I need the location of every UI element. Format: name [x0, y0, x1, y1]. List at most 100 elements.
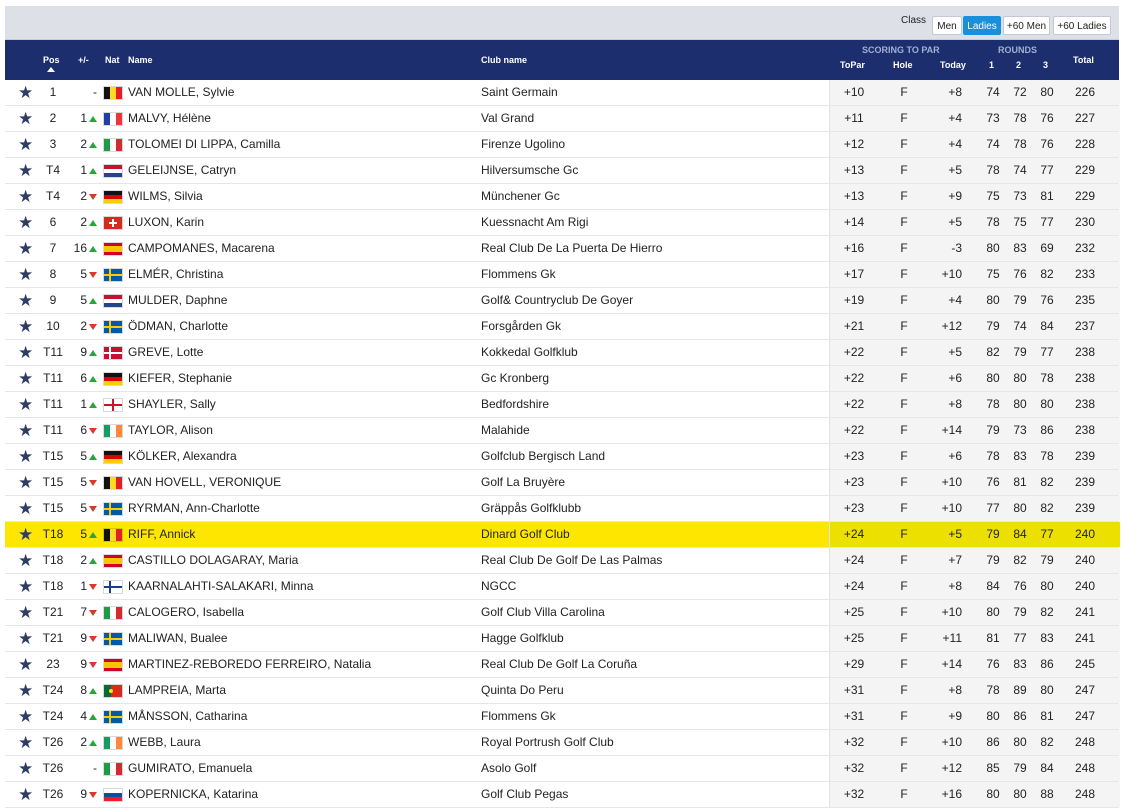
leaderboard-row[interactable]: ★ T24 8 LAMPREIA, Marta Quinta Do Peru +… [5, 678, 1120, 704]
player-name[interactable]: SHAYLER, Sally [128, 392, 216, 417]
favorite-star-icon[interactable]: ★ [18, 786, 33, 803]
leaderboard-row[interactable]: ★ T18 1 KAARNALAHTI-SALAKARI, Minna NGCC… [5, 574, 1120, 600]
leaderboard-row[interactable]: ★ T15 5 VAN HOVELL, VERONIQUE Golf La Br… [5, 470, 1120, 496]
leaderboard-row[interactable]: ★ T18 5 RIFF, Annick Dinard Golf Club +2… [5, 522, 1120, 548]
player-name[interactable]: RIFF, Annick [128, 522, 195, 547]
leaderboard-row[interactable]: ★ T21 7 CALOGERO, Isabella Golf Club Vil… [5, 600, 1120, 626]
col-nat-header[interactable]: Nat [105, 55, 120, 65]
favorite-star-icon[interactable]: ★ [18, 318, 33, 335]
player-name[interactable]: KÖLKER, Alexandra [128, 444, 237, 469]
player-name[interactable]: LUXON, Karin [128, 210, 204, 235]
favorite-star-icon[interactable]: ★ [18, 240, 33, 257]
col-total-header[interactable]: Total [1073, 55, 1094, 65]
favorite-star-icon[interactable]: ★ [18, 526, 33, 543]
favorite-star-icon[interactable]: ★ [18, 136, 33, 153]
player-name[interactable]: MALIWAN, Bualee [128, 626, 228, 651]
favorite-star-icon[interactable]: ★ [18, 474, 33, 491]
col-topar-header[interactable]: ToPar [840, 60, 865, 70]
favorite-star-icon[interactable]: ★ [18, 760, 33, 777]
favorite-star-icon[interactable]: ★ [18, 682, 33, 699]
favorite-star-icon[interactable]: ★ [18, 422, 33, 439]
player-name[interactable]: ÖDMAN, Charlotte [128, 314, 228, 339]
player-name[interactable]: WILMS, Silvia [128, 184, 203, 209]
favorite-star-icon[interactable]: ★ [18, 656, 33, 673]
player-name[interactable]: CALOGERO, Isabella [128, 600, 244, 625]
player-name[interactable]: KIEFER, Stephanie [128, 366, 232, 391]
leaderboard-row[interactable]: ★ 9 5 MULDER, Daphne Golf& Countryclub D… [5, 288, 1120, 314]
col-hole-header[interactable]: Hole [893, 60, 913, 70]
player-name[interactable]: MULDER, Daphne [128, 288, 227, 313]
player-name[interactable]: VAN MOLLE, Sylvie [128, 80, 234, 105]
class-filter-60-ladies[interactable]: +60 Ladies [1053, 16, 1111, 35]
player-name[interactable]: LAMPREIA, Marta [128, 678, 226, 703]
leaderboard-row[interactable]: ★ T4 1 GELEIJNSE, Catryn Hilversumsche G… [5, 158, 1120, 184]
favorite-star-icon[interactable]: ★ [18, 292, 33, 309]
leaderboard-row[interactable]: ★ T26 9 KOPERNICKA, Katarina Golf Club P… [5, 782, 1120, 808]
favorite-star-icon[interactable]: ★ [18, 162, 33, 179]
player-name[interactable]: GELEIJNSE, Catryn [128, 158, 236, 183]
leaderboard-row[interactable]: ★ T24 4 MÅNSSON, Catharina Flommens Gk +… [5, 704, 1120, 730]
favorite-star-icon[interactable]: ★ [18, 84, 33, 101]
leaderboard-row[interactable]: ★ 8 5 ELMÉR, Christina Flommens Gk +17 F… [5, 262, 1120, 288]
leaderboard-row[interactable]: ★ T26 2 WEBB, Laura Royal Portrush Golf … [5, 730, 1120, 756]
favorite-star-icon[interactable]: ★ [18, 110, 33, 127]
leaderboard-row[interactable]: ★ T15 5 KÖLKER, Alexandra Golfclub Bergi… [5, 444, 1120, 470]
favorite-star-icon[interactable]: ★ [18, 344, 33, 361]
player-name[interactable]: MARTINEZ-REBOREDO FERREIRO, Natalia [128, 652, 371, 677]
col-round2-header[interactable]: 2 [1016, 60, 1021, 70]
player-name[interactable]: GUMIRATO, Emanuela [128, 756, 252, 781]
player-name[interactable]: WEBB, Laura [128, 730, 201, 755]
player-name[interactable]: VAN HOVELL, VERONIQUE [128, 470, 281, 495]
player-name[interactable]: KAARNALAHTI-SALAKARI, Minna [128, 574, 313, 599]
player-name[interactable]: KOPERNICKA, Katarina [128, 782, 258, 807]
favorite-star-icon[interactable]: ★ [18, 708, 33, 725]
leaderboard-row[interactable]: ★ T18 2 CASTILLO DOLAGARAY, Maria Real C… [5, 548, 1120, 574]
favorite-star-icon[interactable]: ★ [18, 448, 33, 465]
class-filter-60-men[interactable]: +60 Men [1003, 16, 1050, 35]
leaderboard-row[interactable]: ★ 6 2 LUXON, Karin Kuessnacht Am Rigi +1… [5, 210, 1120, 236]
class-filter-ladies[interactable]: Ladies [963, 16, 1001, 35]
player-name[interactable]: ELMÉR, Christina [128, 262, 223, 287]
player-name[interactable]: GREVE, Lotte [128, 340, 203, 365]
leaderboard-row[interactable]: ★ T11 6 KIEFER, Stephanie Gc Kronberg +2… [5, 366, 1120, 392]
player-name[interactable]: MALVY, Hélène [128, 106, 211, 131]
leaderboard-row[interactable]: ★ T11 9 GREVE, Lotte Kokkedal Golfklub +… [5, 340, 1120, 366]
player-name[interactable]: MÅNSSON, Catharina [128, 704, 247, 729]
leaderboard-row[interactable]: ★ T21 9 MALIWAN, Bualee Hagge Golfklub +… [5, 626, 1120, 652]
favorite-star-icon[interactable]: ★ [18, 734, 33, 751]
leaderboard-row[interactable]: ★ T26 - GUMIRATO, Emanuela Asolo Golf +3… [5, 756, 1120, 782]
col-today-header[interactable]: Today [940, 60, 966, 70]
leaderboard-row[interactable]: ★ 23 9 MARTINEZ-REBOREDO FERREIRO, Natal… [5, 652, 1120, 678]
leaderboard-row[interactable]: ★ 3 2 TOLOMEI DI LIPPA, Camilla Firenze … [5, 132, 1120, 158]
leaderboard-row[interactable]: ★ T11 1 SHAYLER, Sally Bedfordshire +22 … [5, 392, 1120, 418]
player-name[interactable]: TOLOMEI DI LIPPA, Camilla [128, 132, 280, 157]
leaderboard-row[interactable]: ★ 1 - VAN MOLLE, Sylvie Saint Germain +1… [5, 80, 1120, 106]
leaderboard-row[interactable]: ★ 10 2 ÖDMAN, Charlotte Forsgården Gk +2… [5, 314, 1120, 340]
col-name-header[interactable]: Name [128, 55, 153, 65]
favorite-star-icon[interactable]: ★ [18, 630, 33, 647]
player-name[interactable]: TAYLOR, Alison [128, 418, 213, 443]
favorite-star-icon[interactable]: ★ [18, 578, 33, 595]
col-pos-header[interactable]: Pos [43, 55, 60, 65]
player-name[interactable]: RYRMAN, Ann-Charlotte [128, 496, 260, 521]
leaderboard-row[interactable]: ★ 2 1 MALVY, Hélène Val Grand +11 F +4 7… [5, 106, 1120, 132]
col-round3-header[interactable]: 3 [1043, 60, 1048, 70]
leaderboard-row[interactable]: ★ 7 16 CAMPOMANES, Macarena Real Club De… [5, 236, 1120, 262]
favorite-star-icon[interactable]: ★ [18, 500, 33, 517]
col-round1-header[interactable]: 1 [989, 60, 994, 70]
leaderboard-row[interactable]: ★ T15 5 RYRMAN, Ann-Charlotte Gräppås Go… [5, 496, 1120, 522]
col-change-header[interactable]: +/- [78, 55, 89, 65]
player-name[interactable]: CAMPOMANES, Macarena [128, 236, 275, 261]
class-filter-men[interactable]: Men [932, 16, 962, 35]
leaderboard-row[interactable]: ★ T11 6 TAYLOR, Alison Malahide +22 F +1… [5, 418, 1120, 444]
favorite-star-icon[interactable]: ★ [18, 552, 33, 569]
col-club-header[interactable]: Club name [481, 55, 527, 65]
favorite-star-icon[interactable]: ★ [18, 188, 33, 205]
player-name[interactable]: CASTILLO DOLAGARAY, Maria [128, 548, 298, 573]
favorite-star-icon[interactable]: ★ [18, 604, 33, 621]
favorite-star-icon[interactable]: ★ [18, 266, 33, 283]
favorite-star-icon[interactable]: ★ [18, 214, 33, 231]
leaderboard-row[interactable]: ★ T4 2 WILMS, Silvia Münchener Gc +13 F … [5, 184, 1120, 210]
favorite-star-icon[interactable]: ★ [18, 370, 33, 387]
favorite-star-icon[interactable]: ★ [18, 396, 33, 413]
